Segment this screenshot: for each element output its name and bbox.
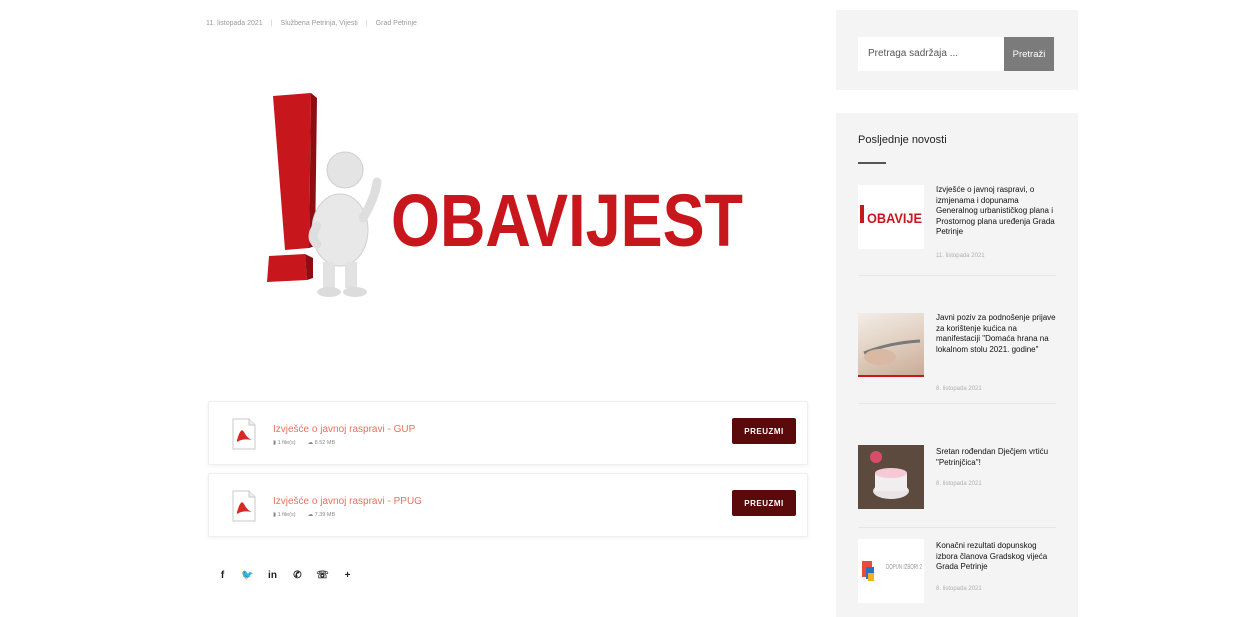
file-size: ☁ 8.52 MB: [307, 440, 336, 446]
news-title[interactable]: Izvješće o javnoj raspravi, o izmjenama …: [936, 185, 1056, 238]
news-date: 11. listopada 2021: [936, 253, 985, 259]
more-share-icon[interactable]: +: [335, 568, 360, 582]
hero-headline: OBAVIJEST: [391, 179, 743, 262]
latest-news-widget: Posljednje novosti OBAVIJE Izvješće o ja…: [836, 113, 1078, 617]
download-item: Izvješće o javnoj raspravi - GUP ▮ 1 fil…: [208, 401, 808, 465]
facebook-icon[interactable]: f: [210, 568, 235, 582]
download-info: ▮ 1 file(s) ☁ 7.39 MB: [273, 512, 335, 518]
twitter-icon[interactable]: 🐦: [235, 568, 260, 582]
search-widget: Pretraga sadržaja ... Pretraži: [836, 10, 1078, 90]
widget-title: Posljednje novosti: [858, 134, 947, 146]
post-date: 11. listopada 2021: [206, 20, 263, 27]
featured-image: OBAVIJEST: [205, 48, 810, 388]
file-size: ☁ 7.39 MB: [307, 512, 336, 518]
thumbnail-text: DOPUN IZBORI 2: [886, 564, 922, 571]
news-date: 8. listopada 2021: [936, 586, 982, 592]
pdf-file-icon: [232, 418, 256, 450]
divider: [858, 527, 1056, 528]
news-title[interactable]: Konačni rezultati dopunskog izbora člano…: [936, 541, 1056, 573]
news-thumbnail[interactable]: [858, 445, 924, 509]
file-count: ▮ 1 file(s): [273, 512, 296, 518]
meta-separator: |: [365, 20, 368, 27]
download-info: ▮ 1 file(s) ☁ 8.52 MB: [273, 440, 335, 446]
download-title[interactable]: Izvješće o javnoj raspravi - PPUG: [273, 496, 422, 507]
divider: [858, 275, 1056, 276]
search-button[interactable]: Pretraži: [1004, 37, 1054, 71]
share-bar: f 🐦 in ✆ ☏ +: [210, 568, 360, 582]
exclamation-dot: [267, 254, 307, 282]
post-categories[interactable]: Službena Petrinja, Vijesti: [281, 20, 358, 27]
linkedin-icon[interactable]: in: [260, 568, 285, 582]
download-button[interactable]: PREUZMI: [732, 490, 796, 516]
title-underline: [858, 162, 886, 164]
pdf-file-icon: [232, 490, 256, 522]
download-button[interactable]: PREUZMI: [732, 418, 796, 444]
news-date: 8. listopada 2021: [936, 481, 982, 487]
news-thumbnail[interactable]: [858, 313, 924, 377]
news-title[interactable]: Sretan rođendan Dječjem vrtiću "Petrinjč…: [936, 447, 1056, 468]
figure-body: [311, 193, 369, 267]
thumbnail-text: OBAVIJE: [867, 210, 922, 226]
divider: [858, 403, 1056, 404]
obavijest-illustration: OBAVIJEST: [267, 93, 743, 297]
news-thumbnail[interactable]: OBAVIJE: [858, 185, 924, 249]
download-title[interactable]: Izvješće o javnoj raspravi - GUP: [273, 424, 415, 435]
news-date: 8. listopada 2021: [936, 386, 982, 392]
post-author[interactable]: Grad Petrinje: [376, 20, 417, 27]
news-thumbnail[interactable]: DOPUN IZBORI 2: [858, 539, 924, 603]
search-input[interactable]: Pretraga sadržaja ...: [858, 37, 1004, 71]
viber-icon[interactable]: ☏: [310, 568, 335, 582]
figure-head: [326, 151, 364, 189]
file-count: ▮ 1 file(s): [273, 440, 296, 446]
exclamation-bar: [273, 93, 311, 250]
download-item: Izvješće o javnoj raspravi - PPUG ▮ 1 fi…: [208, 473, 808, 537]
meta-separator: |: [270, 20, 273, 27]
post-meta: 11. listopada 2021 | Službena Petrinja, …: [206, 20, 417, 27]
news-title[interactable]: Javni poziv za podnošenje prijave za kor…: [936, 313, 1056, 355]
whatsapp-icon[interactable]: ✆: [285, 568, 310, 582]
